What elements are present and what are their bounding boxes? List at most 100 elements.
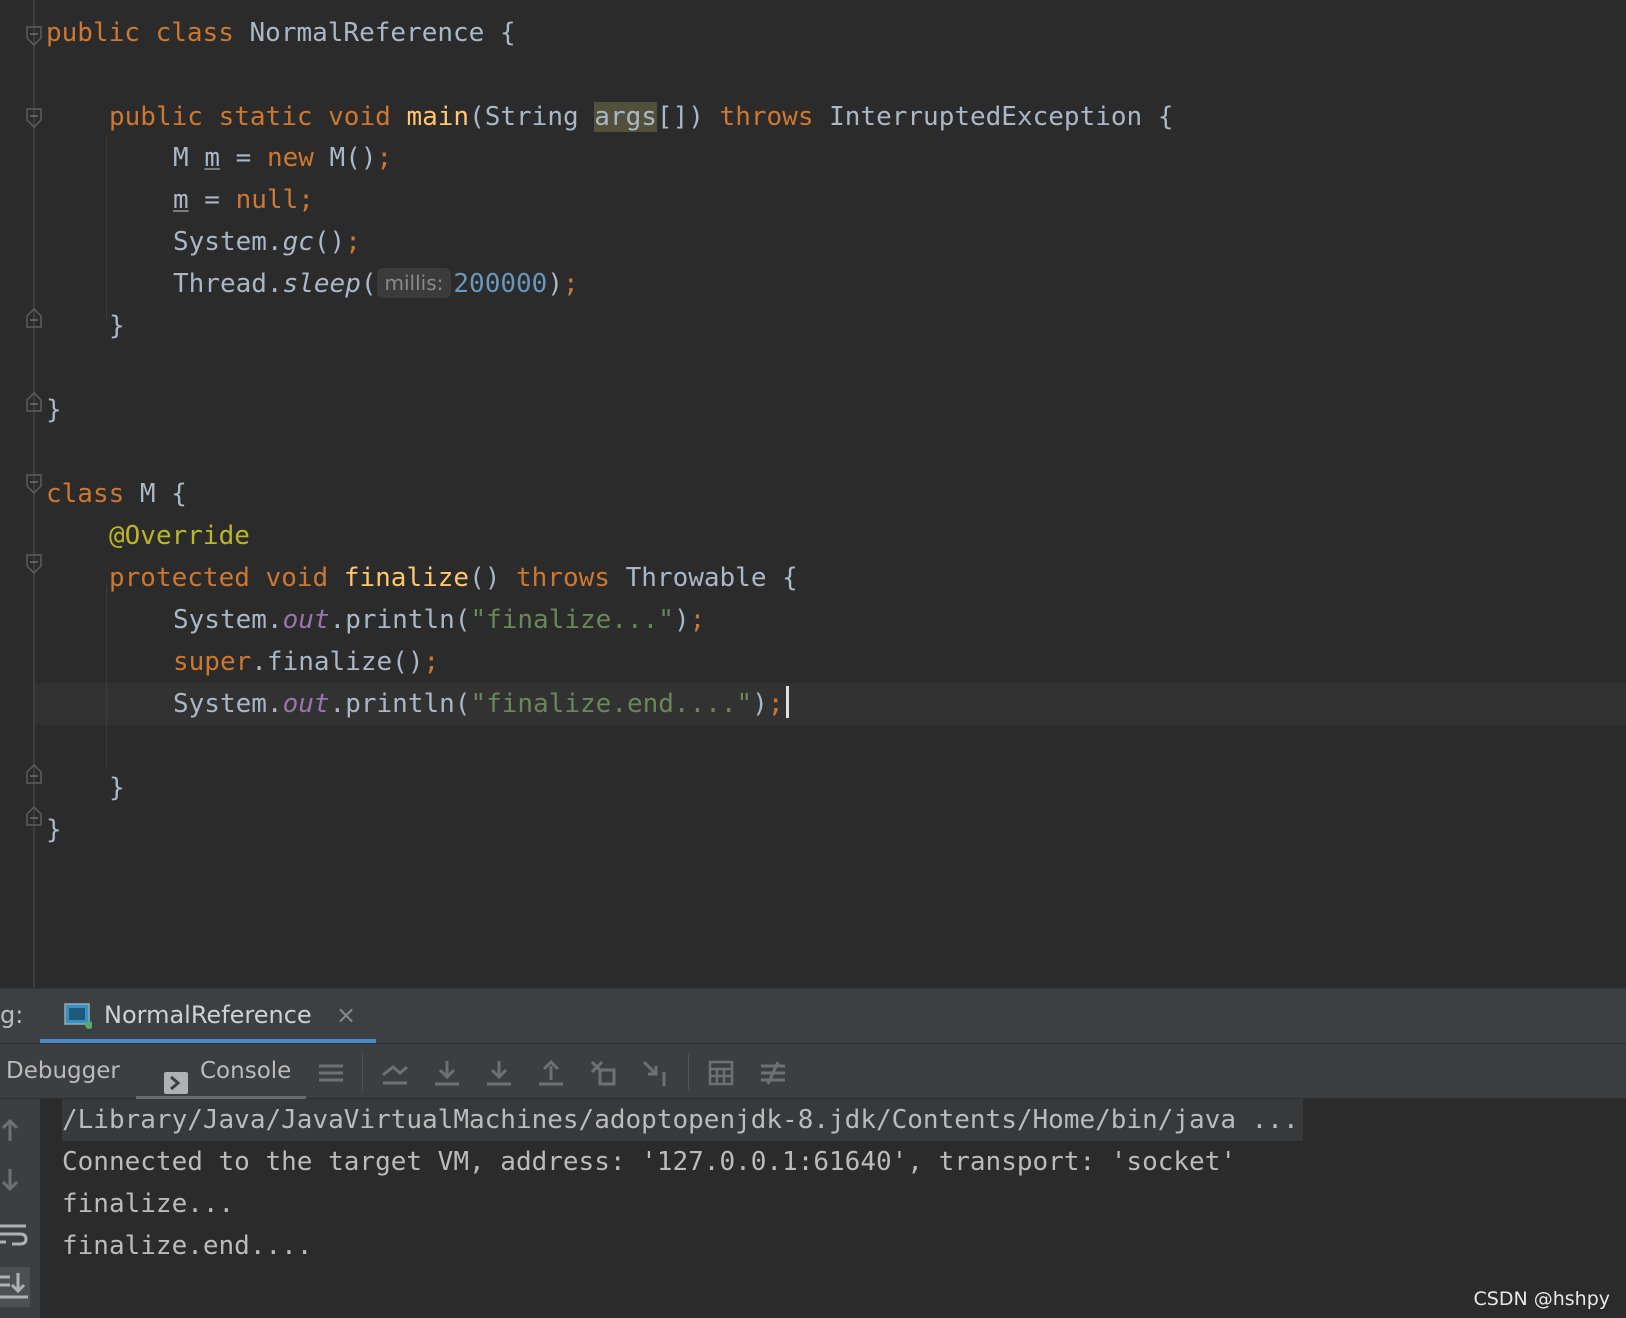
toolbar-separator	[688, 1054, 689, 1090]
debug-tool-window-header: g: NormalReference ×	[0, 988, 1626, 1044]
code-line[interactable]: System.out.println("finalize.end....");	[173, 683, 789, 725]
code-token: (String	[469, 102, 595, 132]
indent-guide	[106, 136, 107, 322]
toolbar-separator	[362, 1054, 363, 1090]
keyword-token: throws	[516, 563, 610, 593]
fold-end-icon[interactable]	[26, 392, 42, 412]
code-line[interactable]: System.out.println("finalize...");	[173, 599, 705, 641]
fold-end-icon[interactable]	[26, 308, 42, 328]
code-line[interactable]: @Override	[109, 515, 250, 557]
code-token: Throwable {	[609, 563, 798, 593]
tab-label: Console	[200, 1058, 292, 1084]
run-tab-label: NormalReference	[104, 1001, 312, 1029]
step-into-icon[interactable]	[484, 1058, 514, 1088]
arrow-down-icon[interactable]	[0, 1165, 30, 1195]
code-line[interactable]: }	[109, 305, 125, 347]
code-line[interactable]: m = null;	[173, 179, 314, 221]
keyword-token: public	[46, 18, 140, 48]
fold-end-icon[interactable]	[26, 764, 42, 784]
code-token: System.	[173, 227, 283, 257]
code-line[interactable]: }	[46, 809, 62, 851]
brace-token: }	[46, 395, 62, 425]
brace-token: }	[46, 815, 62, 845]
run-to-cursor-icon[interactable]	[640, 1058, 670, 1088]
code-line[interactable]: public class NormalReference {	[46, 12, 516, 54]
step-over-icon[interactable]	[432, 1058, 462, 1088]
gutter-separator	[33, 0, 35, 988]
semicolon-token: ;	[562, 269, 579, 299]
code-line[interactable]: }	[46, 389, 62, 431]
string-token: "finalize..."	[470, 605, 674, 635]
keyword-token: super	[173, 647, 252, 677]
code-line[interactable]: super.finalize();	[173, 641, 439, 683]
run-config-icon	[64, 1003, 93, 1033]
run-session-tab[interactable]: NormalReference ×	[40, 989, 376, 1044]
code-token: )	[752, 689, 768, 719]
console-command-line[interactable]: /Library/Java/JavaVirtualMachines/adopto…	[62, 1099, 1303, 1141]
layout-menu-icon[interactable]	[316, 1058, 346, 1088]
debug-toolbar: Debugger Console	[0, 1043, 1626, 1100]
fold-collapse-icon[interactable]	[26, 26, 42, 46]
console-side-toolbar	[0, 1099, 40, 1318]
keyword-token: void	[328, 102, 391, 132]
step-out-icon[interactable]	[536, 1058, 566, 1088]
method-name-token: finalize	[343, 563, 470, 593]
code-token: .println(	[329, 605, 471, 635]
highlighted-identifier: args	[594, 102, 657, 132]
keyword-token: void	[265, 563, 329, 593]
fold-collapse-icon[interactable]	[26, 554, 42, 574]
code-token: )	[673, 605, 690, 635]
close-icon[interactable]: ×	[336, 989, 356, 1041]
code-line[interactable]: Thread.sleep(millis: 200000);	[173, 263, 579, 305]
code-line[interactable]: System.gc();	[173, 221, 361, 263]
arrow-up-icon[interactable]	[0, 1115, 30, 1145]
code-token: InterruptedException {	[813, 102, 1174, 132]
console-output[interactable]: /Library/Java/JavaVirtualMachines/adopto…	[0, 1099, 1626, 1318]
code-token: (	[360, 269, 377, 299]
variable-token: m	[204, 143, 220, 173]
indent-guide	[106, 582, 107, 768]
code-editor[interactable]: public class NormalReference { public st…	[0, 0, 1626, 988]
class-name-token: NormalReference {	[249, 18, 516, 48]
evaluate-expression-icon[interactable]	[706, 1058, 736, 1088]
soft-wrap-icon[interactable]	[0, 1219, 30, 1249]
code-line[interactable]: class M {	[46, 473, 187, 515]
fold-collapse-icon[interactable]	[26, 474, 42, 494]
text-caret	[785, 686, 789, 718]
parameter-hint: millis:	[376, 268, 452, 298]
scroll-to-end-icon[interactable]	[0, 1267, 30, 1307]
code-token: =	[188, 185, 236, 215]
watermark: CSDN @hshpy	[1473, 1288, 1611, 1310]
show-execution-point-icon[interactable]	[380, 1058, 410, 1088]
semicolon-token: ;	[345, 227, 361, 257]
fold-end-icon[interactable]	[26, 806, 42, 826]
fold-collapse-icon[interactable]	[26, 108, 42, 128]
keyword-token: null	[235, 185, 299, 215]
tab-label: Debugger	[6, 1058, 120, 1084]
trace-settings-icon[interactable]	[758, 1058, 788, 1088]
drop-frame-icon[interactable]	[588, 1058, 618, 1088]
keyword-token: class	[155, 18, 234, 48]
code-token: =	[219, 143, 267, 173]
console-line: finalize.end....	[62, 1231, 313, 1261]
semicolon-token: ;	[423, 647, 440, 677]
tab-console[interactable]: Console	[136, 1044, 306, 1100]
code-line[interactable]: M m = new M();	[173, 137, 392, 179]
code-line[interactable]: protected void finalize() throws Throwab…	[109, 557, 798, 599]
keyword-token: class	[46, 479, 125, 509]
code-line[interactable]: }	[109, 767, 125, 809]
static-method-token: gc	[282, 227, 314, 257]
keyword-token: protected	[109, 563, 250, 593]
code-token: Thread.	[173, 269, 283, 299]
keyword-token: throws	[719, 102, 814, 132]
method-name-token: main	[406, 102, 470, 132]
field-token: out	[282, 605, 330, 635]
semicolon-token: ;	[767, 689, 784, 719]
code-token: .finalize()	[251, 647, 424, 677]
code-line[interactable]: public static void main(String args[]) t…	[109, 96, 1174, 138]
code-token: System.	[173, 605, 283, 635]
tab-debugger[interactable]: Debugger	[6, 1044, 120, 1100]
brace-token: }	[109, 773, 125, 803]
code-token: System.	[173, 689, 283, 719]
semicolon-token: ;	[376, 143, 393, 173]
